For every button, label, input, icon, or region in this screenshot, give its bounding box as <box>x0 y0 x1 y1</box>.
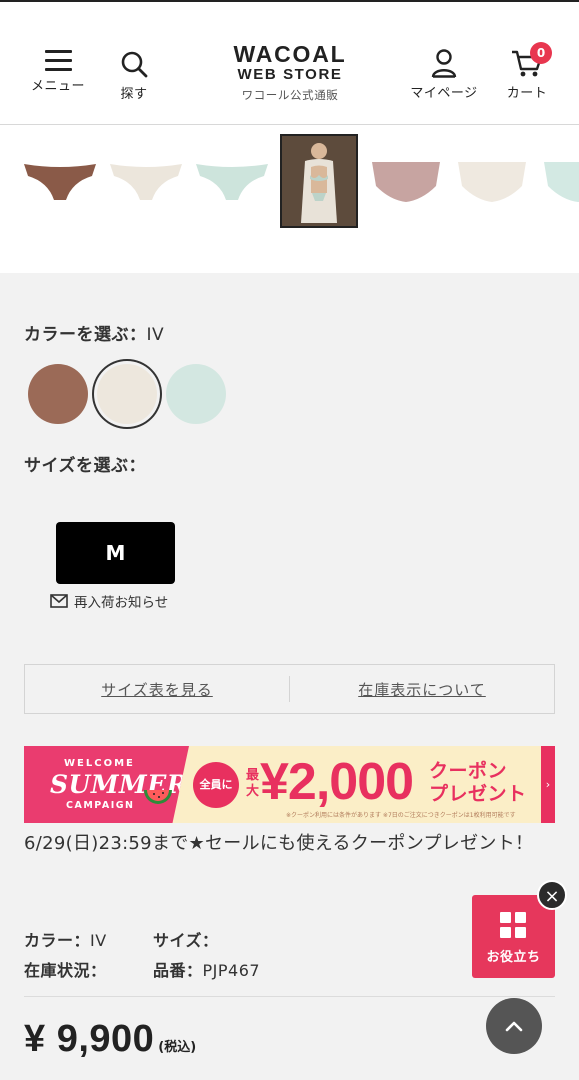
cart-count-badge: 0 <box>530 42 552 64</box>
cart-button[interactable]: 0 カート <box>498 42 556 101</box>
meta-sku-value: PJP467 <box>202 961 261 980</box>
close-icon[interactable]: × <box>537 880 567 910</box>
color-section-label: カラーを選ぶ：IV <box>24 320 164 345</box>
color-selected-value: IV <box>146 325 165 345</box>
banner-all-members-badge: 全員に <box>193 762 239 808</box>
scroll-to-top-button[interactable] <box>486 998 542 1054</box>
price-amount: ¥ 9,900 <box>24 1018 155 1060</box>
banner-fineprint: ※クーポン利用には条件があります ※7日のご注文につきクーポンは1枚利用可能です <box>286 812 516 819</box>
panty-thumbnail-cream <box>458 162 526 202</box>
size-section-label: サイズを選ぶ： <box>24 456 146 476</box>
cart-label: カート <box>506 86 548 101</box>
promo-text: 6/29(日)23:59まで★セールにも使えるクーポンプレゼント！ <box>24 833 534 854</box>
size-chart-link[interactable]: サイズ表を見る <box>25 679 289 700</box>
panty-thumbnail-ivory <box>110 164 182 200</box>
mypage-label: マイページ <box>410 86 478 101</box>
mypage-button[interactable]: マイページ <box>402 48 486 101</box>
panty-thumbnail-pink <box>372 162 440 202</box>
search-button[interactable]: 探す <box>110 50 158 102</box>
thumbnail-item[interactable] <box>22 135 98 227</box>
restock-notify-link[interactable]: 再入荷お知らせ <box>50 591 168 611</box>
banner-amount: ¥2,000 <box>260 753 414 811</box>
panty-thumbnail-aqua <box>544 162 579 202</box>
color-swatch-brown[interactable] <box>28 364 88 424</box>
helpful-button[interactable]: お役立ち <box>472 895 555 978</box>
logo-webstore: WEB STORE <box>237 66 343 83</box>
stock-info-link[interactable]: 在庫表示について <box>290 679 554 700</box>
user-icon <box>431 49 457 78</box>
banner-campaign-panel: WELCOME SUMMER CAMPAIGN <box>24 746 189 823</box>
search-icon <box>121 51 148 78</box>
watermelon-icon <box>144 790 172 804</box>
thumbnail-item[interactable] <box>108 135 184 227</box>
banner-max-label: 最大 <box>246 768 260 799</box>
search-label: 探す <box>120 87 148 102</box>
panty-thumbnail-brown <box>24 164 96 200</box>
banner-coupon-line1: クーポン <box>429 760 508 782</box>
thumbnail-item[interactable] <box>194 135 270 227</box>
panty-thumbnail-mint <box>196 164 268 200</box>
info-links-box: サイズ表を見る 在庫表示について <box>24 664 555 714</box>
thumbnail-item[interactable] <box>454 135 530 227</box>
meta-sku: 品番：PJP467 <box>153 957 260 981</box>
price-tax-label: (税込) <box>158 1040 197 1055</box>
meta-divider <box>24 996 555 997</box>
meta-color-label: カラー： <box>24 931 91 950</box>
color-swatch-ivory[interactable] <box>97 364 157 424</box>
hamburger-icon <box>26 50 90 71</box>
restock-label: 再入荷お知らせ <box>74 595 169 611</box>
color-label-text: カラーを選ぶ： <box>24 325 147 345</box>
color-swatch-mint[interactable] <box>166 364 226 424</box>
product-price: ¥ 9,900 (税込) <box>24 1018 196 1061</box>
logo-wacoal: WACOAL <box>233 41 347 67</box>
thumbnail-item-selected[interactable] <box>280 134 358 228</box>
model-photo-thumbnail <box>283 137 355 225</box>
campaign-banner[interactable]: WELCOME SUMMER CAMPAIGN 全員に 最大 ¥2,000 クー… <box>24 746 555 823</box>
meta-sku-label: 品番： <box>153 961 203 980</box>
thumbnail-strip[interactable] <box>0 125 579 273</box>
size-option-m[interactable]: M <box>56 522 175 584</box>
logo-subtitle: ワコール公式通販 <box>241 88 339 102</box>
meta-size: サイズ： <box>153 927 219 951</box>
meta-color-value: IV <box>90 931 107 950</box>
helpful-label: お役立ち <box>486 950 541 965</box>
banner-coupon-text: クーポン プレゼント <box>429 760 527 806</box>
meta-size-label: サイズ： <box>153 931 219 950</box>
site-header: メニュー 探す WACOAL WEB STORE ワコール公式通販 マイページ … <box>0 0 579 125</box>
meta-stock: 在庫状況： <box>24 957 107 981</box>
chevron-up-icon <box>505 1021 523 1032</box>
banner-coupon-line2: プレゼント <box>429 783 527 805</box>
site-logo[interactable]: WACOAL WEB STORE ワコール公式通販 <box>210 42 370 103</box>
mail-icon <box>50 594 68 608</box>
grid-icon <box>500 912 527 939</box>
banner-campaign: CAMPAIGN <box>66 800 135 811</box>
menu-button[interactable]: メニュー <box>26 50 90 94</box>
thumbnail-item[interactable] <box>540 135 579 227</box>
banner-welcome: WELCOME <box>64 758 135 769</box>
menu-label: メニュー <box>30 79 85 94</box>
thumbnail-item[interactable] <box>368 135 444 227</box>
meta-stock-label: 在庫状況： <box>24 961 107 980</box>
meta-color: カラー：IV <box>24 927 107 951</box>
banner-arrow-icon: › <box>541 746 555 823</box>
